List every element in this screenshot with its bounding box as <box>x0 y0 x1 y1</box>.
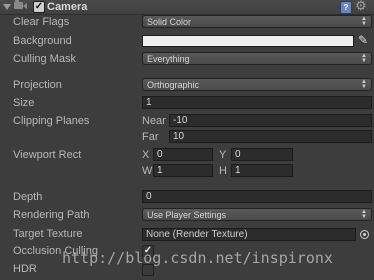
object-picker-icon[interactable] <box>360 230 369 239</box>
culling-mask-dropdown[interactable]: Everything ▲ ▼ <box>142 52 372 65</box>
help-book-icon[interactable]: ? <box>340 1 352 14</box>
viewport-h-field[interactable]: 1 <box>231 164 293 177</box>
culling-mask-value: Everything <box>147 54 190 64</box>
target-texture-field[interactable]: None (Render Texture) <box>142 228 356 241</box>
clear-flags-dropdown[interactable]: Solid Color ▲ ▼ <box>142 15 372 28</box>
dropdown-arrows-icon: ▲ ▼ <box>361 79 367 90</box>
far-field[interactable]: 10 <box>169 130 372 143</box>
hdr-label: HDR <box>13 263 37 275</box>
viewport-x-field[interactable]: 0 <box>153 148 213 161</box>
component-enabled-checkbox[interactable]: ✓ <box>33 1 45 13</box>
size-label: Size <box>13 97 35 109</box>
size-field[interactable]: 1 <box>142 96 372 109</box>
target-texture-label: Target Texture <box>13 228 83 240</box>
far-label: Far <box>142 131 159 143</box>
watermark-text: http://blog.csdn.net/inspironx <box>62 249 333 267</box>
viewport-w-field[interactable]: 1 <box>153 164 213 177</box>
clear-flags-value: Solid Color <box>147 17 192 27</box>
rendering-path-value: Use Player Settings <box>147 210 227 220</box>
dropdown-arrows-icon: ▲ ▼ <box>361 16 367 27</box>
rendering-path-dropdown[interactable]: Use Player Settings ▲ ▼ <box>142 208 372 221</box>
camera-icon <box>14 0 27 9</box>
projection-label: Projection <box>13 79 62 91</box>
dropdown-arrows-icon: ▲ ▼ <box>361 209 367 220</box>
near-label: Near <box>142 115 166 127</box>
projection-dropdown[interactable]: Orthographic ▲ ▼ <box>142 78 372 91</box>
culling-mask-label: Culling Mask <box>13 53 76 65</box>
rendering-path-label: Rendering Path <box>13 209 90 221</box>
clear-flags-label: Clear Flags <box>13 16 70 28</box>
viewport-rect-label: Viewport Rect <box>13 149 82 161</box>
depth-label: Depth <box>13 191 43 203</box>
viewport-y-label: Y <box>219 149 227 161</box>
viewport-w-label: W <box>142 165 153 177</box>
near-field[interactable]: -10 <box>169 114 372 127</box>
background-label: Background <box>13 35 72 47</box>
gear-icon[interactable]: ⚙ <box>355 0 367 13</box>
clipping-planes-label: Clipping Planes <box>13 115 90 127</box>
depth-field[interactable]: 0 <box>142 190 372 203</box>
eyedropper-icon[interactable]: ✎ <box>358 33 368 47</box>
viewport-h-label: H <box>219 165 227 177</box>
viewport-x-label: X <box>142 149 150 161</box>
dropdown-arrows-icon: ▲ ▼ <box>361 53 367 64</box>
component-title: Camera <box>47 1 88 13</box>
projection-value: Orthographic <box>147 80 200 90</box>
foldout-arrow-icon[interactable] <box>3 4 11 10</box>
viewport-y-field[interactable]: 0 <box>231 148 293 161</box>
background-color-field[interactable] <box>142 35 354 47</box>
